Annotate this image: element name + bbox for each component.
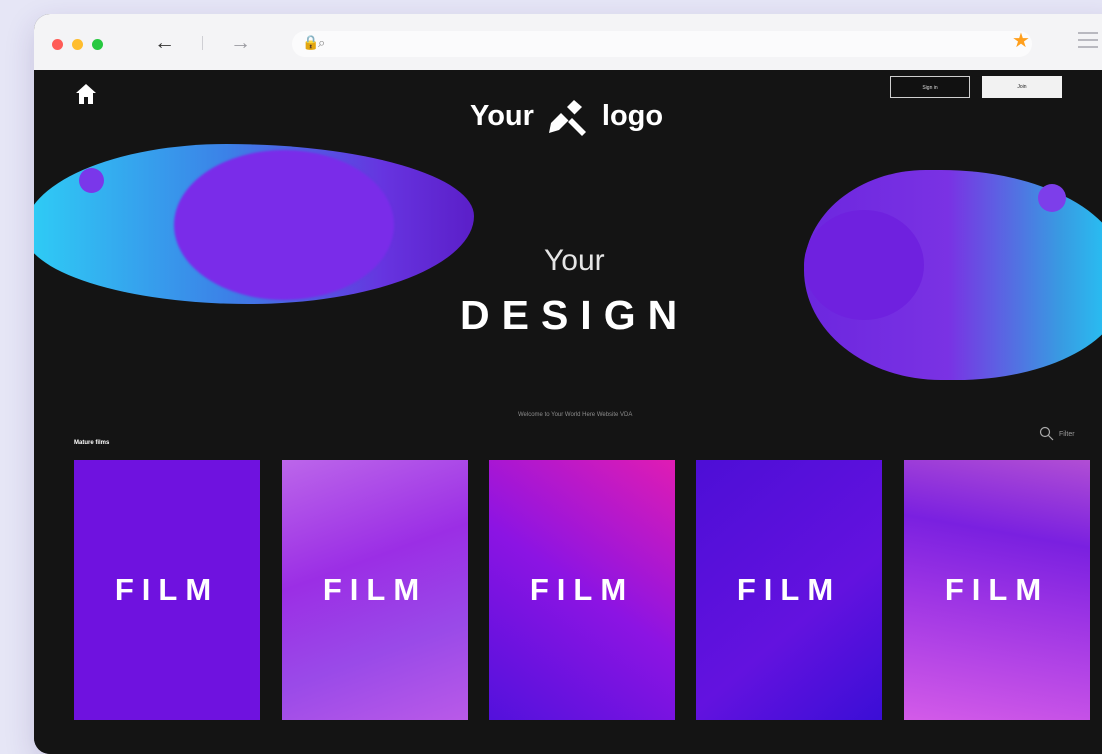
film-card-1[interactable]: FILM [74,460,260,720]
right-small-blob-decor [1038,184,1066,212]
menu-line-icon [1078,46,1098,48]
address-bar[interactable]: 🔒 ⌕ [292,31,1032,57]
browser-chrome: ← → 🔒 ⌕ ★ [34,14,1102,71]
menu-line-icon [1078,32,1098,34]
website-content: Your logo Sign in Join Your DESIGN Welco… [34,70,1102,754]
bookmark-star-icon[interactable]: ★ [1012,28,1030,53]
right-blob-lobe-decor [804,210,924,320]
film-card-label: FILM [736,572,842,607]
left-small-blob-decor [79,168,104,193]
logo-text-logo: logo [601,99,664,132]
film-card-label: FILM [944,572,1050,607]
forward-icon[interactable]: → [230,31,251,55]
mature-films-heading: Mature films [74,440,110,446]
browser-window: ← → 🔒 ⌕ ★ Your logo Sign in Join Your DE… [34,14,1102,754]
hero-subtitle: Your [544,244,605,277]
back-icon[interactable]: ← [154,31,175,55]
film-card-label: FILM [114,572,220,607]
pencil-logo-icon [548,100,586,136]
film-card-2[interactable]: FILM [282,460,468,720]
film-card-3[interactable]: FILM [489,460,675,720]
welcome-text: Welcome to Your World Here Website VDA [518,412,633,418]
search-icon [1039,426,1054,441]
filter-label: Filter [1059,430,1075,438]
left-blob-lobe-decor [174,150,394,300]
menu-line-icon [1078,39,1098,41]
lock-icon: 🔒 [302,34,320,50]
hero-title: DESIGN [460,292,690,338]
nav-divider [202,36,203,50]
close-window-button[interactable] [52,39,63,50]
filter-button[interactable]: Filter [1039,426,1075,442]
film-card-label: FILM [529,572,635,607]
search-icon: ⌕ [318,35,326,50]
home-icon[interactable] [74,82,98,111]
maximize-window-button[interactable] [92,39,103,50]
logo-text-your: Your [470,99,534,132]
film-card-5[interactable]: FILM [904,460,1090,720]
site-logo[interactable]: Your logo [470,96,663,136]
menu-icon[interactable] [1078,32,1098,53]
join-button[interactable]: Join [982,76,1062,98]
sign-in-button[interactable]: Sign in [890,76,970,98]
film-card-label: FILM [322,572,428,607]
minimize-window-button[interactable] [72,39,83,50]
film-card-4[interactable]: FILM [696,460,882,720]
